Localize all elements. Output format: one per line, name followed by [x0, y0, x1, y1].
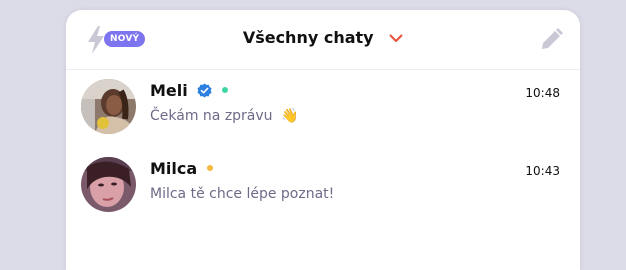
chat-name-text: Milca — [150, 159, 198, 178]
pencil-icon[interactable] — [538, 27, 564, 53]
chat-item-milca[interactable]: Milca 10:43 Milca tě chce lépe poznat! — [66, 149, 580, 219]
chat-time: 10:43 — [525, 164, 560, 178]
avatar — [81, 157, 136, 212]
away-status-dot — [206, 165, 213, 171]
chat-item-meli[interactable]: Meli 10:48 Čekám na zprávu 👋 — [66, 71, 580, 141]
online-status-dot — [221, 87, 228, 93]
chevron-down-icon — [389, 34, 403, 42]
chat-message-text: Čekám na zprávu — [150, 108, 273, 124]
chat-time: 10:48 — [525, 86, 560, 100]
chat-list-panel: NOVÝ Všechny chaty Meli 10:48 Čekám na z… — [66, 10, 580, 270]
chat-name: Milca — [150, 159, 213, 178]
page-title: Všechny chaty — [242, 28, 374, 47]
chat-list-header: NOVÝ Všechny chaty — [66, 10, 580, 70]
chat-last-message: Milca tě chce lépe poznat! — [150, 186, 335, 202]
verified-badge-icon — [197, 83, 212, 98]
chat-filter-dropdown[interactable]: Všechny chaty — [66, 28, 580, 47]
chat-name-text: Meli — [150, 81, 188, 100]
wave-emoji: 👋 — [281, 108, 299, 124]
chat-name: Meli — [150, 81, 228, 100]
chat-last-message: Čekám na zprávu 👋 — [150, 108, 298, 124]
avatar — [81, 79, 136, 134]
